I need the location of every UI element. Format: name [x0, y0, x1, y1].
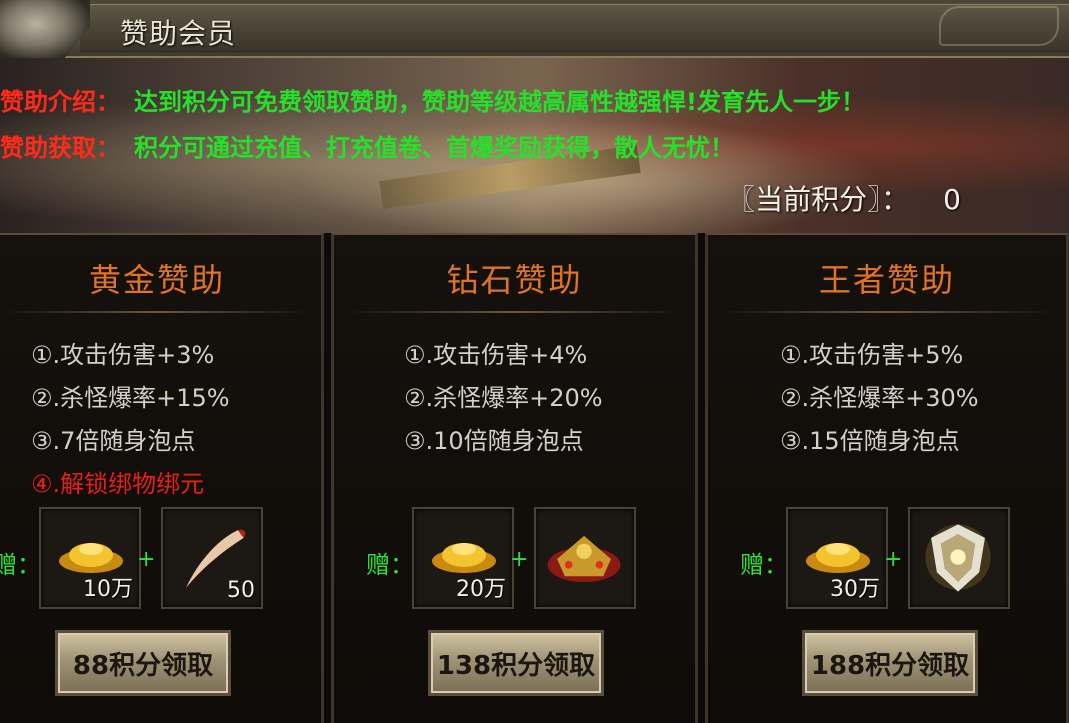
attr-item: ②.杀怪爆率+30% [780, 384, 979, 412]
tier-attributes: ①.攻击伤害+3% ②.杀怪爆率+15% ③.7倍随身泡点 ④.解锁绑物绑元 [0, 335, 321, 507]
tier-panel-gold: 黄金赞助 ①.攻击伤害+3% ②.杀怪爆率+15% ③.7倍随身泡点 ④.解锁绑… [0, 233, 324, 723]
claim-king-button[interactable]: 188积分领取 [802, 630, 978, 696]
divider [346, 311, 683, 313]
gift-label: 赠： [0, 551, 41, 579]
title-bar: 赞助会员 [0, 0, 1069, 60]
attr-item-unlock: ④.解锁绑物绑元 [31, 470, 205, 498]
attr-item: ①.攻击伤害+5% [780, 341, 964, 369]
claim-gold-button[interactable]: 88积分领取 [55, 630, 231, 696]
sponsor-intro-label: 赞助介绍： [0, 88, 120, 116]
gold-ingot-icon [59, 543, 123, 573]
attr-item: ②.杀怪爆率+20% [404, 384, 603, 412]
gold-ingot-icon [806, 543, 870, 573]
tier-attributes: ①.攻击伤害+4% ②.杀怪爆率+20% ③.10倍随身泡点 [334, 335, 695, 464]
plus-sign: + [510, 547, 529, 572]
shield-icon [925, 524, 991, 592]
reward-count: 30万 [830, 577, 880, 602]
gold-ingot-icon [432, 543, 496, 573]
tier-title: 王者赞助 [818, 261, 955, 299]
reward-slot-gold-ingot[interactable]: 30万 [786, 507, 888, 609]
reward-slot-fang[interactable]: 50 [161, 507, 263, 609]
window-title: 赞助会员 [120, 17, 237, 50]
tier-panel-diamond: 钻石赞助 ①.攻击伤害+4% ②.杀怪爆率+20% ③.10倍随身泡点 赠： 2… [331, 233, 698, 723]
reward-count: 20万 [456, 577, 506, 602]
sponsor-obtain: 赞助获取： 积分可通过充值、打充值卷、首爆奖励获得，散人无忧！ [0, 128, 734, 163]
current-points-value: 0 [943, 183, 961, 216]
sponsor-intro-text: 达到积分可免费领取赞助，赞助等级越高属性越强悍!发育先人一步！ [134, 88, 865, 116]
sponsor-obtain-label: 赞助获取： [0, 134, 120, 162]
gift-label: 赠： [740, 551, 788, 579]
reward-slot-shield[interactable] [908, 507, 1010, 609]
dragon-emblem-icon [0, 0, 90, 60]
sponsor-obtain-text: 积分可通过充值、打充值卷、首爆奖励获得，散人无忧！ [134, 134, 734, 162]
tier-panel-king: 王者赞助 ①.攻击伤害+5% ②.杀怪爆率+30% ③.15倍随身泡点 赠： 3… [705, 233, 1069, 723]
sponsor-intro: 赞助介绍： 达到积分可免费领取赞助，赞助等级越高属性越强悍!发育先人一步！ [0, 82, 865, 117]
attr-item: ②.杀怪爆率+15% [31, 384, 230, 412]
current-points: 〖当前积分〗： 0 [727, 178, 961, 218]
divider [720, 311, 1054, 313]
attr-item: ③.10倍随身泡点 [404, 427, 584, 455]
tier-title: 黄金赞助 [88, 261, 225, 299]
reward-slot-gold-ingot[interactable]: 20万 [412, 507, 514, 609]
tier-attributes: ①.攻击伤害+5% ②.杀怪爆率+30% ③.15倍随身泡点 [708, 335, 1066, 464]
attr-item: ③.7倍随身泡点 [31, 427, 196, 455]
reward-count: 50 [227, 578, 255, 603]
attr-item: ①.攻击伤害+4% [404, 341, 588, 369]
attr-item: ①.攻击伤害+3% [31, 341, 215, 369]
armor-icon [547, 535, 621, 583]
reward-count: 10万 [83, 577, 133, 602]
plus-sign: + [137, 547, 156, 572]
tier-title: 钻石赞助 [446, 261, 583, 299]
reward-slot-gold-ingot[interactable]: 10万 [39, 507, 141, 609]
divider [5, 311, 309, 313]
plus-sign: + [884, 547, 903, 572]
claim-diamond-button[interactable]: 138积分领取 [428, 630, 604, 696]
title-ornament [939, 6, 1059, 46]
reward-slot-armor[interactable] [534, 507, 636, 609]
attr-item: ③.15倍随身泡点 [780, 427, 960, 455]
gift-label: 赠： [366, 551, 414, 579]
current-points-label: 〖当前积分〗： [727, 183, 910, 216]
